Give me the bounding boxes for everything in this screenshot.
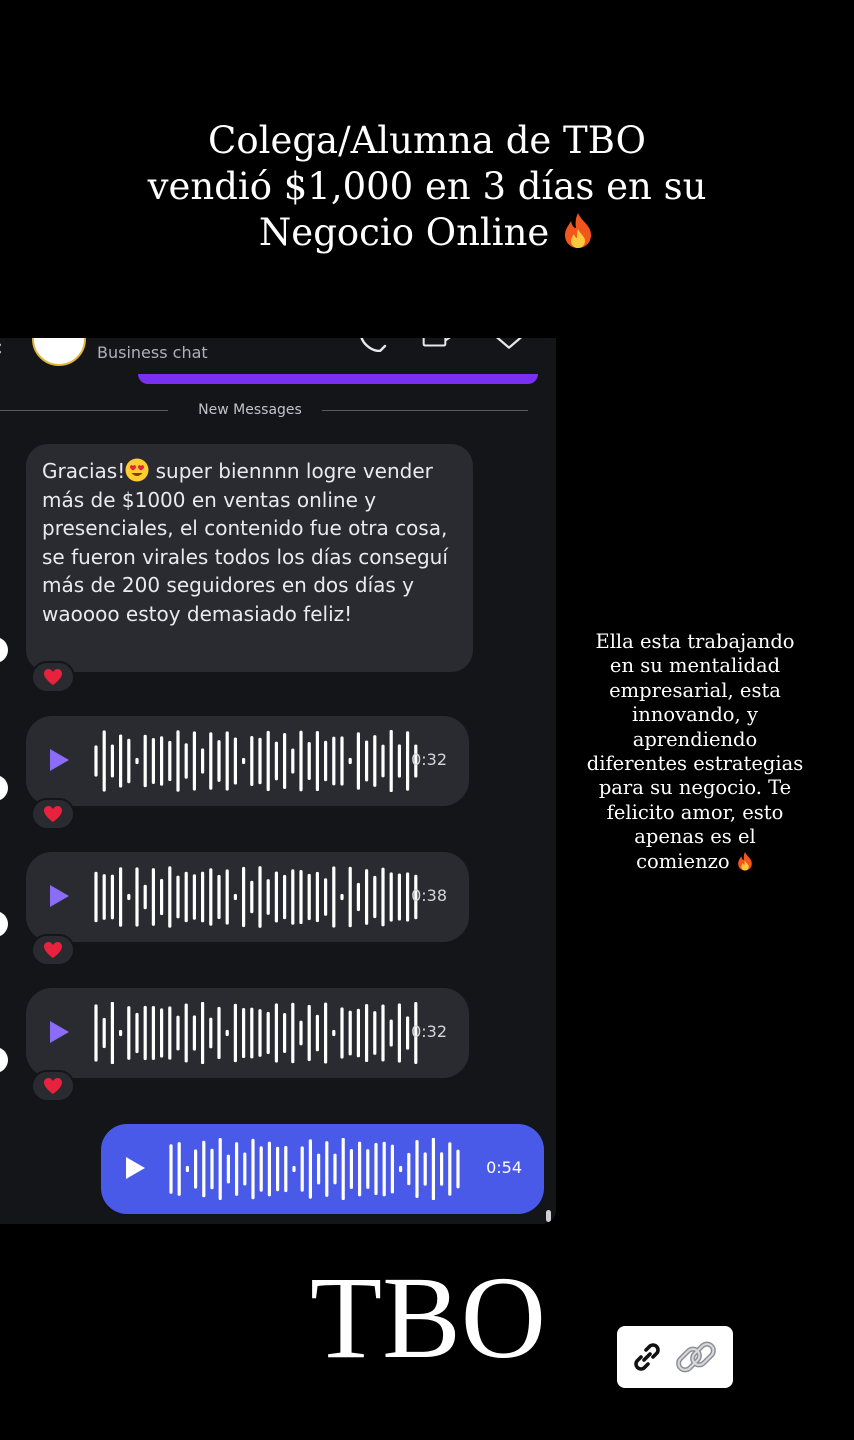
phone-icon[interactable] bbox=[358, 338, 388, 352]
heart-eyes-emoji-icon bbox=[125, 458, 149, 482]
message-text-start: Gracias! bbox=[42, 459, 126, 483]
reaction-badge[interactable] bbox=[31, 661, 75, 693]
outgoing-voice-message[interactable]: 0:54 bbox=[101, 1124, 544, 1214]
voice-message[interactable]: 0:38 bbox=[26, 852, 469, 942]
divider-label: New Messages bbox=[198, 402, 302, 418]
sender-avatar bbox=[0, 911, 8, 937]
message-text-rest: super biennnn logre vender más de $1000 … bbox=[42, 459, 448, 626]
voice-message[interactable]: 0:32 bbox=[26, 988, 469, 1078]
link-icon bbox=[634, 1343, 660, 1371]
chat-header: ‹ Business chat bbox=[0, 338, 556, 372]
heart-icon bbox=[44, 1078, 62, 1094]
fire-icon bbox=[738, 851, 752, 871]
voice-duration: 0:32 bbox=[411, 750, 447, 769]
chat-screenshot: ‹ Business chat New Messages Gracias! su… bbox=[0, 338, 556, 1224]
brand-logo: TBO bbox=[310, 1252, 546, 1383]
headline-line-3-text: Negocio Online bbox=[258, 211, 550, 254]
waveform bbox=[169, 1138, 460, 1200]
video-call-icon[interactable] bbox=[422, 338, 452, 352]
reaction-badge[interactable] bbox=[31, 934, 75, 966]
sender-avatar bbox=[0, 637, 8, 663]
link-sticker[interactable] bbox=[617, 1326, 733, 1388]
pinned-banner bbox=[138, 374, 538, 384]
message-text: Gracias! super biennnn logre vender más … bbox=[42, 457, 457, 629]
voice-duration: 0:32 bbox=[411, 1022, 447, 1041]
waveform bbox=[94, 866, 418, 928]
play-icon[interactable] bbox=[50, 885, 69, 907]
heart-icon bbox=[44, 942, 62, 958]
divider-line-left bbox=[0, 410, 168, 411]
fire-icon bbox=[565, 213, 592, 248]
headline-line-3: Negocio Online bbox=[120, 210, 734, 256]
play-icon[interactable] bbox=[50, 1021, 69, 1043]
reaction-badge[interactable] bbox=[31, 1070, 75, 1102]
scrollbar[interactable] bbox=[546, 1210, 551, 1222]
avatar[interactable] bbox=[32, 338, 86, 366]
sender-avatar bbox=[0, 1047, 8, 1073]
heart-icon bbox=[44, 806, 62, 822]
divider-line-right bbox=[322, 410, 528, 411]
new-messages-divider: New Messages bbox=[0, 402, 528, 418]
side-caption-text: Ella esta trabajando en su mentalidad em… bbox=[586, 630, 804, 873]
voice-duration: 0:38 bbox=[411, 886, 447, 905]
side-caption: Ella esta trabajando en su mentalidad em… bbox=[586, 630, 804, 874]
play-icon[interactable] bbox=[50, 749, 69, 771]
back-chevron-icon[interactable]: ‹ bbox=[0, 338, 3, 360]
headline-line-1: Colega/Alumna de TBO bbox=[208, 119, 646, 162]
story-headline: Colega/Alumna de TBO vendió $1,000 en 3 … bbox=[120, 118, 734, 256]
header-subtitle: Business chat bbox=[97, 343, 208, 362]
waveform bbox=[94, 1002, 418, 1064]
headline-line-2: vendió $1,000 en 3 días en su bbox=[147, 165, 707, 208]
heart-icon bbox=[44, 669, 62, 685]
voice-duration: 0:54 bbox=[486, 1158, 522, 1177]
chain-icon bbox=[676, 1341, 716, 1373]
message-bubble[interactable]: Gracias! super biennnn logre vender más … bbox=[26, 444, 473, 672]
play-icon[interactable] bbox=[126, 1157, 145, 1179]
reaction-badge[interactable] bbox=[31, 798, 75, 830]
voice-message[interactable]: 0:32 bbox=[26, 716, 469, 806]
waveform bbox=[94, 730, 418, 792]
sender-avatar bbox=[0, 775, 8, 801]
chevron-down-icon[interactable] bbox=[494, 338, 524, 352]
